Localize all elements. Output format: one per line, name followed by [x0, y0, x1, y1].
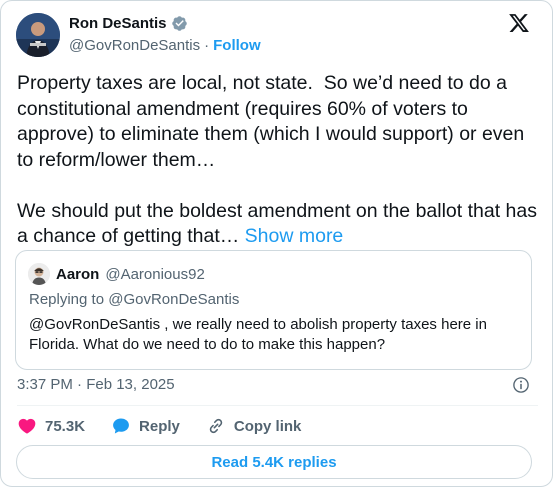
reply-bubble-icon — [113, 418, 129, 434]
tweet-embed-card: Ron DeSantis @GovRonDeSantis · Follow Pr… — [0, 0, 553, 487]
author-info: Ron DeSantis @GovRonDeSantis · Follow — [69, 12, 261, 56]
replying-to-label: Replying to @GovRonDeSantis — [29, 291, 240, 308]
tweet-text: Property taxes are local, not state. So … — [17, 71, 539, 250]
quoted-tweet[interactable]: Aaron @Aaronious92 Replying to @GovRonDe… — [15, 250, 532, 370]
action-bar: 75.3K Reply Copy link — [17, 414, 327, 438]
read-replies-button[interactable]: Read 5.4K replies — [16, 445, 532, 479]
quoted-tweet-text: @GovRonDeSantis , we really need to abol… — [29, 316, 487, 353]
author-handle[interactable]: @GovRonDeSantis — [69, 37, 200, 54]
author-display-name[interactable]: Ron DeSantis — [69, 15, 167, 32]
info-icon[interactable] — [512, 376, 530, 394]
like-button[interactable]: 75.3K — [17, 416, 85, 436]
reply-label: Reply — [139, 417, 180, 435]
tweet-header: Ron DeSantis @GovRonDeSantis · Follow — [16, 10, 542, 60]
copy-link-button[interactable]: Copy link — [206, 416, 302, 436]
tweet-timestamp[interactable]: 3:37 PM · Feb 13, 2025 — [17, 376, 175, 393]
quoted-author-avatar — [28, 263, 50, 285]
follow-button[interactable]: Follow — [213, 37, 261, 54]
heart-icon — [18, 418, 36, 434]
reply-button[interactable]: Reply — [111, 416, 180, 436]
link-icon — [209, 418, 223, 434]
x-logo-icon[interactable] — [508, 12, 530, 34]
divider — [17, 405, 538, 406]
author-avatar[interactable] — [16, 13, 60, 57]
quoted-author-handle: @Aaronious92 — [105, 265, 205, 283]
tweet-body: Property taxes are local, not state. So … — [17, 72, 537, 247]
separator-dot: · — [204, 36, 210, 54]
show-more-link[interactable]: Show more — [245, 225, 344, 247]
like-count: 75.3K — [45, 417, 86, 435]
quoted-author-name: Aaron — [56, 265, 100, 283]
copy-link-label: Copy link — [233, 417, 302, 435]
verified-badge-icon — [171, 15, 188, 32]
